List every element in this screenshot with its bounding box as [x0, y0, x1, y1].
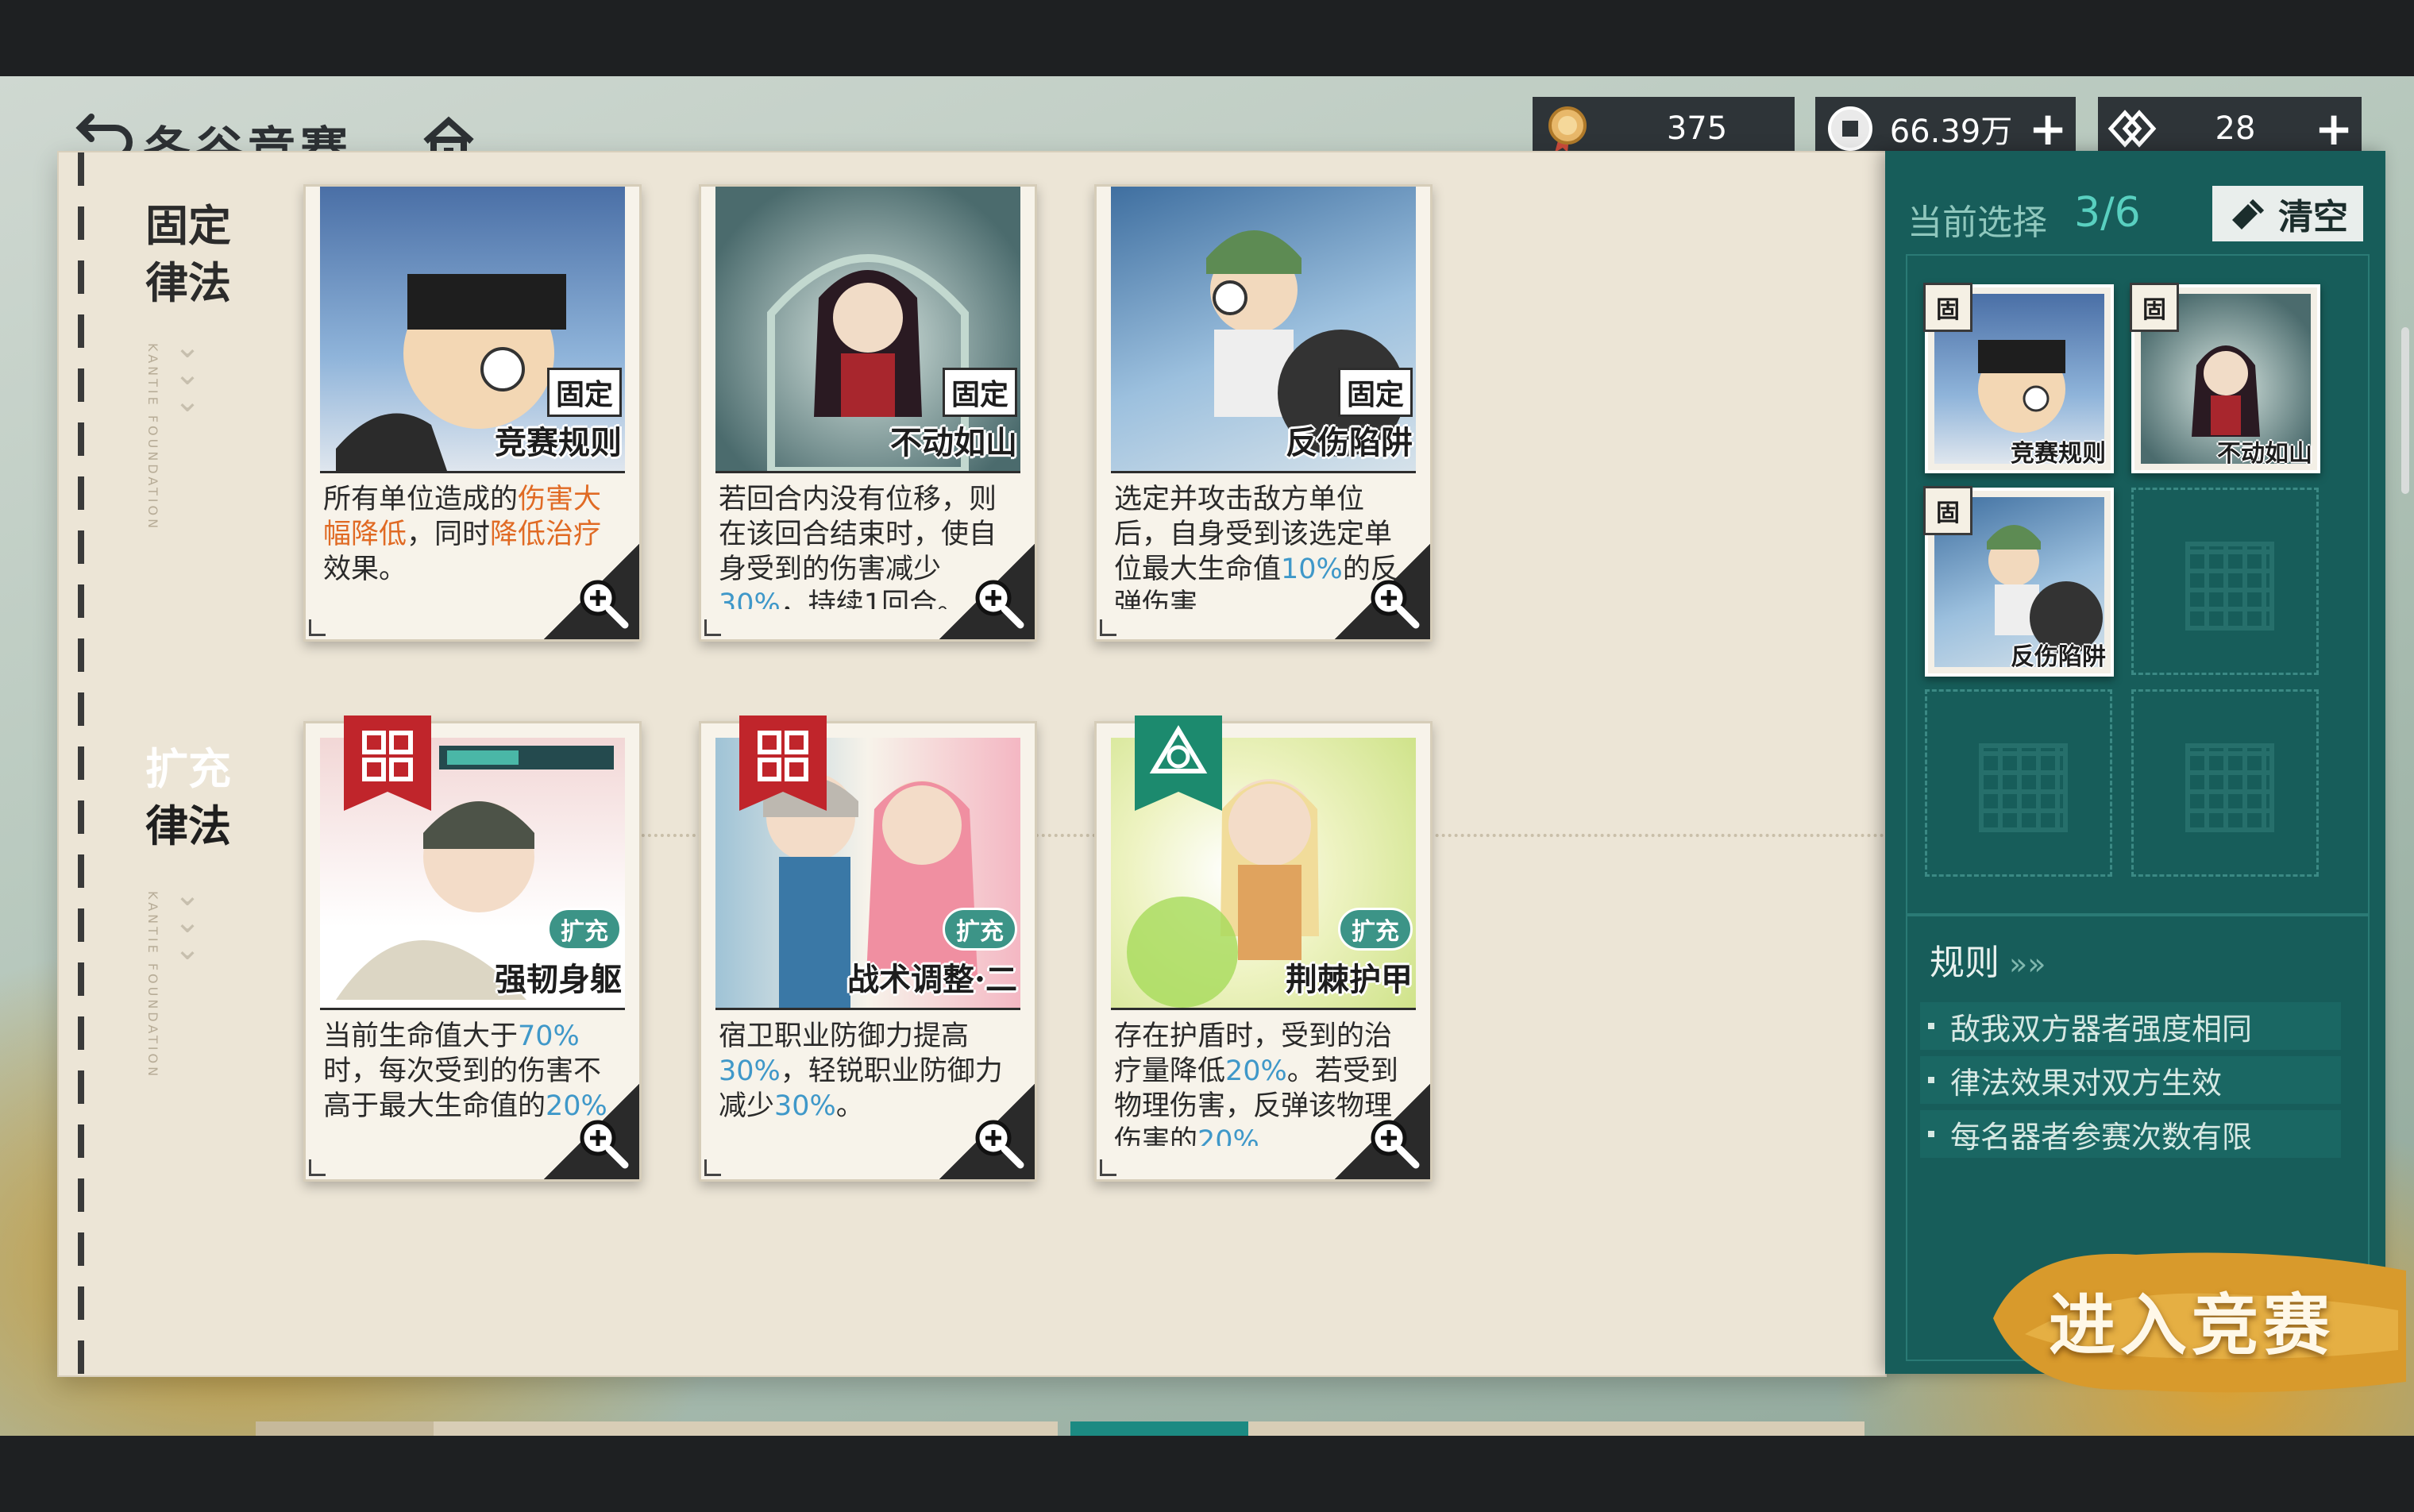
card-tag: 扩充: [547, 908, 622, 951]
empty-slot[interactable]: [2131, 488, 2319, 675]
empty-slot-placeholder-icon: [2185, 542, 2274, 631]
card-title: 强韧身躯: [495, 961, 622, 998]
zoom-button[interactable]: [939, 1084, 1035, 1179]
rule-item: 每名器者参赛次数有限: [1920, 1110, 2341, 1158]
empty-slot-placeholder-icon: [1979, 743, 2068, 832]
magnifier-icon: [580, 1120, 629, 1169]
enter-competition-label: 进入竞赛: [2049, 1286, 2335, 1364]
card-tag: 固定: [1337, 368, 1413, 417]
magnifier-icon: [975, 580, 1024, 629]
clear-button[interactable]: 清空: [2212, 186, 2363, 241]
crystal-icon: [2107, 110, 2157, 148]
clear-label: 清空: [2278, 197, 2348, 237]
card-tag: 固定: [942, 368, 1017, 417]
desc-text: 当前生命值大于: [323, 1020, 519, 1052]
zoom-button[interactable]: [544, 1084, 639, 1179]
selection-grid: 固 竞赛规则 固 不动如山 固 反伤陷阱: [1906, 254, 2370, 916]
law-card-fixed[interactable]: 固定 反伤陷阱 选定并攻击敌方单位后，自身受到该选定单位最大生命值10%的反弹伤…: [1094, 184, 1433, 642]
selected-slot[interactable]: 固 不动如山: [2130, 283, 2320, 473]
enter-competition-button[interactable]: 进入竞赛: [1977, 1223, 2414, 1406]
law-card-extended[interactable]: 扩充 强韧身躯 当前生命值大于70%时，每次受到的伤害不高于最大生命值的20%: [303, 716, 642, 1182]
selection-sidebar: 当前选择 3/6 清空 固 竞赛规则 固 不动如山 固 反伤陷阱 规则 »» 敌…: [1885, 151, 2385, 1374]
empty-slot[interactable]: [1925, 689, 2112, 877]
desc-text: 宿卫职业防御力提高: [719, 1020, 970, 1052]
slot-title: 反伤陷阱: [2011, 643, 2106, 671]
green-law-ribbon-icon: [1135, 716, 1222, 811]
coin-value: 66.39万: [1889, 114, 2013, 150]
slot-tag: 固: [1923, 283, 1972, 332]
rules-title[interactable]: 规则 »»: [1930, 934, 2046, 985]
selected-slot[interactable]: 固 竞赛规则: [1923, 283, 2114, 473]
current-selection-count: 3/6: [2074, 189, 2141, 237]
desc-text: 所有单位造成的: [323, 484, 519, 515]
highlight-text: 70%: [518, 1020, 580, 1052]
red-law-ribbon-icon: [344, 716, 431, 811]
zoom-button[interactable]: [1335, 1084, 1430, 1179]
corner-mark: [309, 619, 326, 636]
law-card-fixed[interactable]: 固定 不动如山 若回合内没有位移，则在该回合结束时，使自身受到的伤害减少30%，…: [699, 184, 1037, 642]
zoom-button[interactable]: [939, 544, 1035, 639]
card-tag: 固定: [546, 368, 622, 417]
card-title: 荆棘护甲: [1286, 961, 1413, 998]
highlight-text: 20%: [1225, 1055, 1287, 1087]
desc-text: ，持续1回合。: [780, 588, 966, 609]
slot-title: 竞赛规则: [2011, 440, 2106, 468]
desc-text: ，同时: [407, 519, 491, 550]
card-tag: 扩充: [1338, 908, 1413, 951]
highlight-text: 30%: [719, 588, 781, 609]
medal-value: 375: [1666, 110, 1728, 147]
slot-tag: 固: [1923, 486, 1972, 535]
law-card-fixed[interactable]: 固定 竞赛规则 所有单位造成的伤害大幅降低，同时降低治疗效果。: [303, 184, 642, 642]
card-title: 反伤陷阱: [1286, 424, 1413, 461]
chevron-decor-icon: ⌄ ⌄ ⌄: [174, 329, 201, 419]
letterbox-bottom: [0, 1436, 2414, 1512]
corner-mark: [309, 1159, 326, 1176]
law-card-extended[interactable]: 扩充 荆棘护甲 存在护盾时，受到的治疗量降低20%。若受到物理伤害，反弹该物理伤…: [1094, 716, 1433, 1182]
empty-slot[interactable]: [2131, 689, 2319, 877]
section-label-extended: 扩充 律法: [129, 738, 258, 862]
magnifier-icon: [975, 1120, 1024, 1169]
highlight-text: 20%: [1197, 1125, 1259, 1146]
slot-tag: 固: [2130, 283, 2179, 332]
magnifier-icon: [580, 580, 629, 629]
magnifier-icon: [1371, 1120, 1420, 1169]
card-title: 不动如山: [890, 424, 1017, 461]
chevron-right-icon: »»: [2009, 947, 2046, 982]
highlight-text: 30%: [774, 1090, 836, 1122]
selected-slot[interactable]: 固 反伤陷阱: [1923, 486, 2114, 677]
highlight-text: 10%: [1281, 554, 1343, 585]
red-law-ribbon-icon: [739, 716, 827, 811]
card-title: 战术调整·二: [847, 961, 1017, 998]
current-selection-label: 当前选择: [1907, 202, 2047, 243]
rule-item: 敌我双方器者强度相同: [1920, 1002, 2341, 1050]
letterbox-top: [0, 0, 2414, 76]
law-selection-panel: 固定 律法 KANTIE FOUNDATION ⌄ ⌄ ⌄ 扩充 律法 KANTIE…: [57, 151, 1887, 1477]
zoom-button[interactable]: [544, 544, 639, 639]
coin-icon: [1828, 106, 1872, 151]
desc-text: 。: [835, 1090, 864, 1122]
rules-title-label: 规则: [1930, 943, 1999, 983]
broom-icon: [2232, 199, 2265, 230]
corner-mark: [704, 1159, 721, 1176]
corner-mark: [704, 619, 721, 636]
desc-text: 效果。: [323, 554, 407, 585]
magnifier-icon: [1371, 580, 1420, 629]
rule-item: 律法效果对双方生效: [1920, 1056, 2341, 1104]
section-label-fixed: 固定 律法: [129, 195, 258, 318]
zoom-button[interactable]: [1335, 544, 1430, 639]
card-title: 竞赛规则: [495, 424, 622, 461]
medal-icon: [1548, 106, 1587, 152]
scrollbar[interactable]: [2401, 327, 2409, 494]
crystal-value: 28: [2215, 110, 2256, 147]
card-tag: 扩充: [943, 908, 1017, 951]
law-card-extended[interactable]: 扩充 战术调整·二 宿卫职业防御力提高30%，轻锐职业防御力减少30%。: [699, 716, 1037, 1182]
highlight-text: 30%: [719, 1055, 781, 1087]
chevron-decor-icon: ⌄ ⌄ ⌄: [174, 877, 201, 967]
slot-title: 不动如山: [2217, 440, 2312, 468]
corner-mark: [1100, 619, 1116, 636]
empty-slot-placeholder-icon: [2185, 743, 2274, 832]
corner-mark: [1100, 1159, 1116, 1176]
